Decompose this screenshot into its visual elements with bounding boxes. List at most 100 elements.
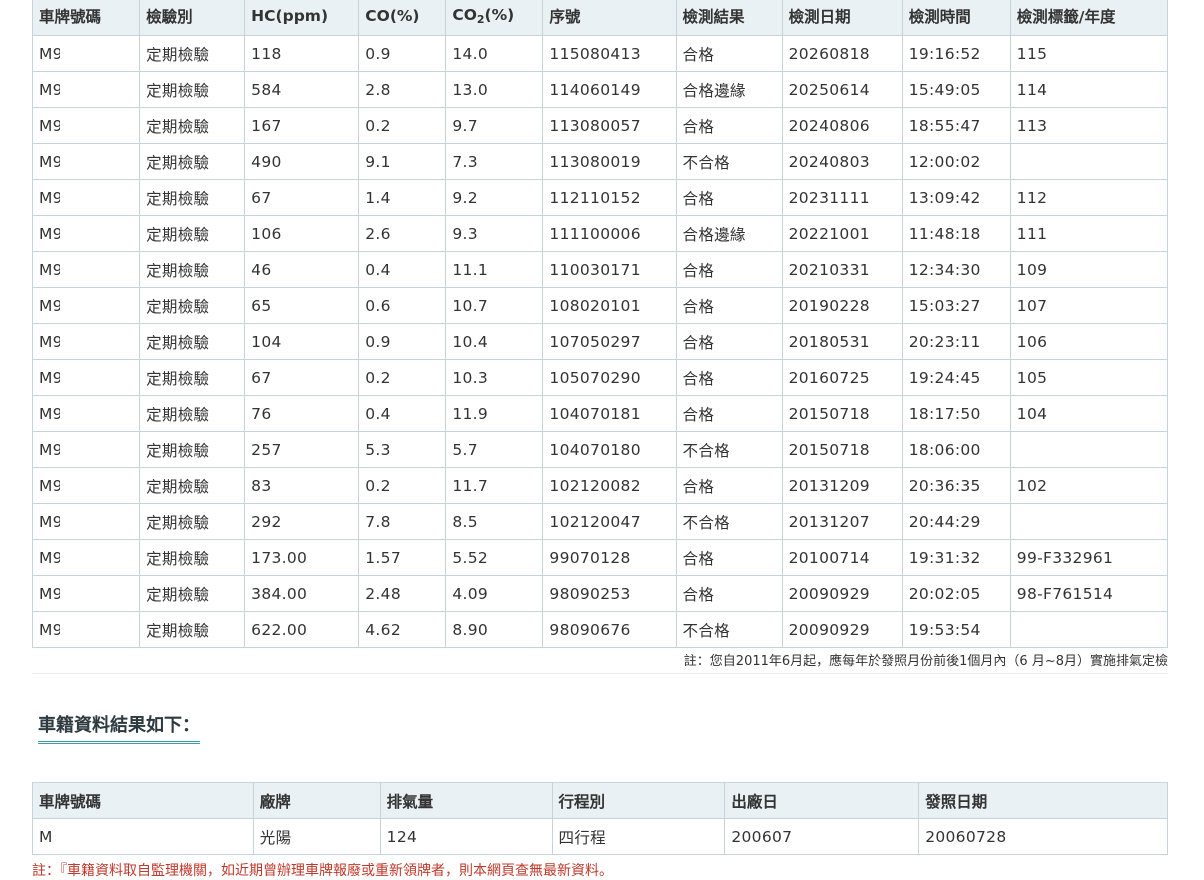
reg-cell-plate: M <box>32 818 254 855</box>
cell-co: 9.1 <box>358 143 447 180</box>
cell-date: 20150718 <box>781 395 903 432</box>
cell-co: 1.4 <box>358 179 447 216</box>
cell-co2: 9.2 <box>445 179 544 216</box>
cell-time: 15:03:27 <box>901 287 1011 324</box>
inspection-table-body: M9 定期檢驗 118 0.9 14.0 115080413 合格 20260818 19:16… <box>31 35 1169 648</box>
registration-header-row: 車牌號碼 廠牌 排氣量 行程別 出廠日 發照日期 <box>32 782 1168 819</box>
plate-redaction-mask <box>60 324 139 359</box>
inspection-table: 車牌號碼 檢驗別 HC(ppm) CO(%) CO2(%) 序號 檢測結果 檢測… <box>31 0 1169 648</box>
cell-label <box>1009 143 1169 180</box>
cell-co2: 9.7 <box>445 107 544 144</box>
cell-serial: 107050297 <box>542 323 677 360</box>
cell-time: 19:53:54 <box>901 611 1011 648</box>
cell-label: 109 <box>1009 251 1169 288</box>
reg-cell-manufacture: 200607 <box>724 818 920 855</box>
cell-co2: 14.0 <box>445 35 544 72</box>
cell-co: 2.6 <box>358 215 447 252</box>
cell-co: 0.4 <box>358 251 447 288</box>
cell-label: 113 <box>1009 107 1169 144</box>
inspection-header-row: 車牌號碼 檢驗別 HC(ppm) CO(%) CO2(%) 序號 檢測結果 檢測… <box>31 0 1169 36</box>
cell-hc: 67 <box>244 179 360 216</box>
cell-result: 不合格 <box>675 503 783 540</box>
cell-date: 20221001 <box>781 215 903 252</box>
plate-redaction-mask <box>60 540 139 575</box>
cell-time: 20:23:11 <box>901 323 1011 360</box>
cell-time: 20:44:29 <box>901 503 1011 540</box>
cell-label: 99-F332961 <box>1009 539 1169 576</box>
cell-date: 20231111 <box>781 179 903 216</box>
cell-type: 定期檢驗 <box>139 35 246 72</box>
cell-serial: 98090676 <box>542 611 677 648</box>
cell-time: 19:31:32 <box>901 539 1011 576</box>
cell-serial: 112110152 <box>542 179 677 216</box>
cell-co2: 10.7 <box>445 287 544 324</box>
cell-plate: M9 <box>31 467 141 504</box>
cell-serial: 102120047 <box>542 503 677 540</box>
cell-plate: M9 <box>31 251 141 288</box>
cell-plate: M9 <box>31 107 141 144</box>
cell-time: 18:06:00 <box>901 431 1011 468</box>
cell-label <box>1009 431 1169 468</box>
col-header-label: 檢測標籤/年度 <box>1009 0 1169 36</box>
cell-time: 11:48:18 <box>901 215 1011 252</box>
cell-type: 定期檢驗 <box>139 287 246 324</box>
table-row: M9 定期檢驗 292 7.8 8.5 102120047 不合格 20131207 20:44… <box>31 503 1169 540</box>
cell-type: 定期檢驗 <box>139 395 246 432</box>
cell-co: 0.2 <box>358 107 447 144</box>
cell-hc: 622.00 <box>244 611 360 648</box>
table-row: M9 定期檢驗 104 0.9 10.4 107050297 合格 20180531 20:23… <box>31 323 1169 360</box>
cell-hc: 104 <box>244 323 360 360</box>
cell-time: 13:09:42 <box>901 179 1011 216</box>
cell-label: 102 <box>1009 467 1169 504</box>
table-row: M9 定期檢驗 118 0.9 14.0 115080413 合格 20260818 19:16… <box>31 35 1169 72</box>
cell-co2: 11.1 <box>445 251 544 288</box>
col-header-result: 檢測結果 <box>675 0 783 36</box>
plate-redaction-mask <box>60 36 139 71</box>
table-row: M9 定期檢驗 46 0.4 11.1 110030171 合格 20210331 12:34:… <box>31 251 1169 288</box>
cell-label: 106 <box>1009 323 1169 360</box>
cell-plate: M9 <box>31 395 141 432</box>
cell-date: 20150718 <box>781 431 903 468</box>
cell-co2: 9.3 <box>445 215 544 252</box>
cell-date: 20160725 <box>781 359 903 396</box>
plate-redaction-mask <box>60 612 139 647</box>
cell-result: 合格 <box>675 395 783 432</box>
cell-plate: M9 <box>31 431 141 468</box>
cell-label: 115 <box>1009 35 1169 72</box>
cell-label <box>1009 503 1169 540</box>
col-header-serial: 序號 <box>542 0 677 36</box>
cell-co2: 13.0 <box>445 71 544 108</box>
cell-result: 合格 <box>675 179 783 216</box>
cell-co: 0.4 <box>358 395 447 432</box>
plate-redaction-mask <box>60 360 139 395</box>
cell-co2: 8.5 <box>445 503 544 540</box>
plate-redaction-mask <box>60 180 139 215</box>
reg-cell-issue: 20060728 <box>918 818 1168 855</box>
col-header-time: 檢測時間 <box>901 0 1011 36</box>
cell-result: 合格 <box>675 35 783 72</box>
cell-date: 20240806 <box>781 107 903 144</box>
cell-type: 定期檢驗 <box>139 107 246 144</box>
cell-co2: 10.4 <box>445 323 544 360</box>
cell-serial: 113080057 <box>542 107 677 144</box>
cell-result: 合格 <box>675 467 783 504</box>
col-header-type: 檢驗別 <box>139 0 246 36</box>
cell-label: 111 <box>1009 215 1169 252</box>
cell-serial: 110030171 <box>542 251 677 288</box>
cell-result: 合格 <box>675 287 783 324</box>
cell-type: 定期檢驗 <box>139 323 246 360</box>
table-row: M9 定期檢驗 257 5.3 5.7 104070180 不合格 20150718 18:06… <box>31 431 1169 468</box>
cell-hc: 67 <box>244 359 360 396</box>
cell-co2: 10.3 <box>445 359 544 396</box>
cell-co: 1.57 <box>358 539 447 576</box>
table-row: M9 定期檢驗 490 9.1 7.3 113080019 不合格 20240803 12:00… <box>31 143 1169 180</box>
col-header-date: 檢測日期 <box>781 0 903 36</box>
cell-result: 合格 <box>675 251 783 288</box>
cell-date: 20250614 <box>781 71 903 108</box>
cell-label: 98-F761514 <box>1009 575 1169 612</box>
cell-result: 合格 <box>675 539 783 576</box>
cell-co: 7.8 <box>358 503 447 540</box>
table-row: M9 定期檢驗 173.00 1.57 5.52 99070128 合格 20100714 19… <box>31 539 1169 576</box>
cell-co2: 11.9 <box>445 395 544 432</box>
registration-table: 車牌號碼 廠牌 排氣量 行程別 出廠日 發照日期 M 光陽 124 四行程 20… <box>32 782 1168 855</box>
